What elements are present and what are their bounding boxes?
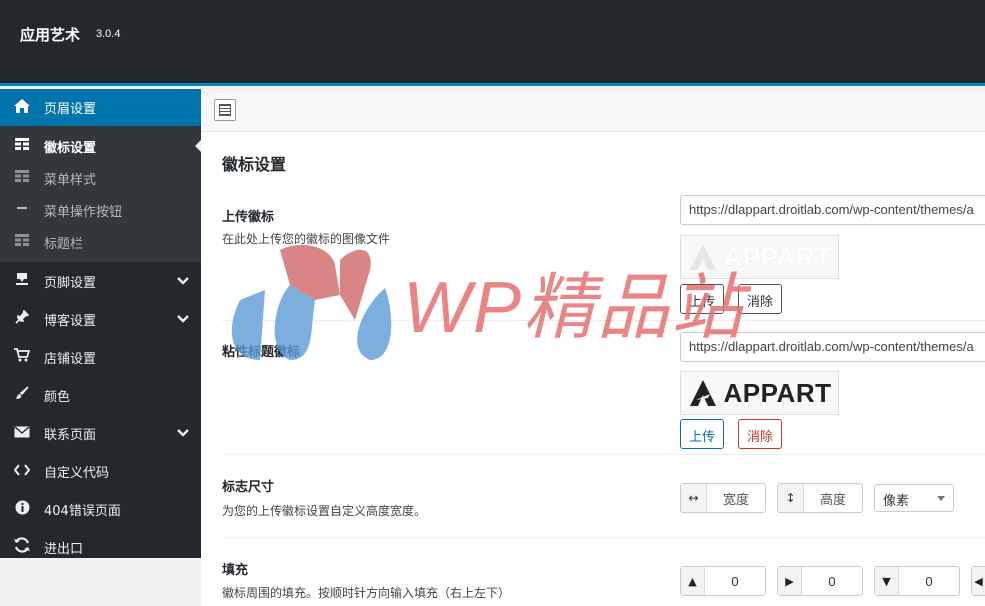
- sidebar-item-label: 页眉设置: [44, 102, 97, 117]
- sidebar-item-colors[interactable]: 颜色: [0, 376, 201, 414]
- sidebar-subitem-logo-settings[interactable]: 徽标设置: [0, 130, 201, 162]
- padding-right-value: 0: [828, 573, 836, 589]
- download-icon: [0, 272, 44, 290]
- unit-select[interactable]: 像素: [874, 484, 954, 512]
- logo-size-row: 标志尺寸 为您的上传徽标设置自定义高度宽度。 ↔ 宽度 ↕ 高度 像素: [222, 454, 985, 537]
- sidebar-subitem-title-bar[interactable]: 标题栏: [0, 226, 201, 258]
- upload-logo-label: 上传徽标: [222, 210, 275, 225]
- logo-url-input[interactable]: https://dlappart.droitlab.com/wp-content…: [680, 195, 985, 225]
- settings-panel: 徽标设置 上传徽标 在此处上传您的徽标的图像文件 https://dlappar…: [201, 132, 985, 606]
- sidebar-item-blog-settings[interactable]: 博客设置: [0, 300, 201, 338]
- logo-height-placeholder: 高度: [819, 492, 846, 508]
- appart-logo-mark: [689, 380, 716, 406]
- chevron-down-icon: [177, 315, 189, 323]
- content-toolbar: [201, 89, 985, 132]
- grid-icon: [0, 234, 44, 250]
- admin-header: 应用艺术 3.0.4: [0, 0, 985, 86]
- sidebar-subitem-menu-style[interactable]: 菜单样式: [0, 162, 201, 194]
- logo-size-desc: 为您的上传徽标设置自定义高度宽度。: [222, 504, 427, 518]
- sidebar-subitem-label: 菜单样式: [44, 172, 97, 188]
- sidebar-item-label: 进出口: [44, 541, 84, 557]
- sidebar-item-header-settings[interactable]: 页眉设置: [0, 89, 201, 126]
- logo-preview: APPART: [680, 235, 839, 279]
- arrows-vertical-icon: ↕: [778, 484, 804, 512]
- grid-icon: [0, 170, 44, 186]
- sidebar-item-footer-settings[interactable]: 页脚设置: [0, 262, 201, 300]
- sidebar-item-label: 页脚设置: [44, 275, 97, 291]
- brush-icon: [0, 386, 44, 404]
- grid-icon: [0, 138, 44, 154]
- sidebar-item-contact-page[interactable]: 联系页面: [0, 414, 201, 452]
- padding-top-input[interactable]: ▲ 0: [680, 566, 766, 596]
- chevron-down-icon: [177, 429, 189, 437]
- minus-icon: [0, 202, 44, 218]
- sidebar-subitem-label: 菜单操作按钮: [44, 204, 123, 220]
- arrows-horizontal-icon: ↔: [681, 484, 707, 512]
- upload-logo-desc: 在此处上传您的徽标的图像文件: [222, 232, 391, 246]
- sidebar-item-custom-code[interactable]: 自定义代码: [0, 452, 201, 490]
- chevron-down-icon: [177, 277, 189, 285]
- sticky-logo-label: 粘性标题徽标: [222, 345, 301, 360]
- padding-bottom-value: 0: [925, 573, 933, 589]
- pin-icon: [0, 309, 44, 328]
- layout-toggle-button[interactable]: [214, 99, 236, 121]
- upload-logo-button[interactable]: 上传: [680, 284, 725, 314]
- padding-label: 填充: [222, 563, 249, 578]
- logo-height-input[interactable]: ↕ 高度: [777, 483, 863, 513]
- sidebar-item-shop-settings[interactable]: 店铺设置: [0, 338, 201, 376]
- sidebar-item-label: 博客设置: [44, 313, 97, 329]
- logo-size-label: 标志尺寸: [222, 480, 275, 495]
- app-version: 3.0.4: [96, 28, 121, 40]
- sidebar-subitem-label: 徽标设置: [44, 140, 97, 156]
- page-title: 徽标设置: [222, 155, 287, 174]
- arrow-down-icon: ▼: [875, 567, 899, 595]
- padding-desc: 徽标周围的填充。按顺时针方向输入填充（右上左下）: [222, 586, 511, 600]
- appart-logo-mark: [689, 244, 716, 270]
- sidebar-subitem-menu-action-button[interactable]: 菜单操作按钮: [0, 194, 201, 226]
- unit-select-value: 像素: [883, 494, 910, 509]
- app-title: 应用艺术: [20, 26, 81, 44]
- refresh-icon: [0, 537, 44, 557]
- logo-width-input[interactable]: ↔ 宽度: [680, 483, 766, 513]
- mail-icon: [0, 424, 44, 442]
- home-icon: [0, 98, 44, 118]
- logo-preview-text: APPART: [723, 241, 832, 272]
- sidebar-item-label: 404错误页面: [44, 503, 121, 519]
- layout-toggle-icon: [219, 104, 231, 116]
- sidebar-item-label: 颜色: [44, 389, 71, 405]
- upload-logo-row: 上传徽标 在此处上传您的徽标的图像文件 https://dlappart.dro…: [222, 182, 985, 320]
- cart-icon: [0, 348, 44, 366]
- sidebar-bottom-area: [0, 558, 201, 606]
- info-icon: [0, 500, 44, 519]
- padding-top-value: 0: [731, 573, 739, 589]
- padding-right-input[interactable]: ▶ 0: [777, 566, 863, 596]
- upload-sticky-logo-button[interactable]: 上传: [680, 419, 725, 449]
- sidebar-subitem-label: 标题栏: [44, 236, 84, 252]
- remove-sticky-logo-button[interactable]: 消除: [738, 419, 783, 449]
- sidebar-item-label: 自定义代码: [44, 465, 110, 481]
- options-sidebar: 页眉设置 徽标设置 菜单样式 菜单操作按钮 标题栏 页脚设置 博客设置 店铺设置…: [0, 89, 201, 558]
- arrow-right-icon: ▶: [778, 567, 802, 595]
- padding-left-input[interactable]: ◀: [971, 566, 985, 596]
- sticky-logo-row: 粘性标题徽标 https://dlappart.droitlab.com/wp-…: [222, 320, 985, 454]
- padding-row: 填充 徽标周围的填充。按顺时针方向输入填充（右上左下） ▲ 0 ▶ 0 ▼ 0 …: [222, 537, 985, 606]
- sticky-logo-preview-text: APPART: [723, 377, 832, 408]
- arrow-up-icon: ▲: [681, 567, 705, 595]
- sidebar-item-404-page[interactable]: 404错误页面: [0, 490, 201, 528]
- code-icon: [0, 462, 44, 480]
- sticky-logo-preview: APPART: [680, 371, 839, 415]
- arrow-left-icon: ◀: [972, 567, 985, 595]
- padding-bottom-input[interactable]: ▼ 0: [874, 566, 960, 596]
- sidebar-item-label: 店铺设置: [44, 351, 97, 367]
- remove-logo-button[interactable]: 消除: [738, 284, 783, 314]
- chevron-down-icon: [937, 496, 945, 501]
- sidebar-submenu: 徽标设置 菜单样式 菜单操作按钮 标题栏: [0, 126, 201, 262]
- sidebar-item-label: 联系页面: [44, 427, 97, 443]
- logo-width-placeholder: 宽度: [722, 492, 749, 508]
- sticky-logo-url-input[interactable]: https://dlappart.droitlab.com/wp-content…: [680, 332, 985, 362]
